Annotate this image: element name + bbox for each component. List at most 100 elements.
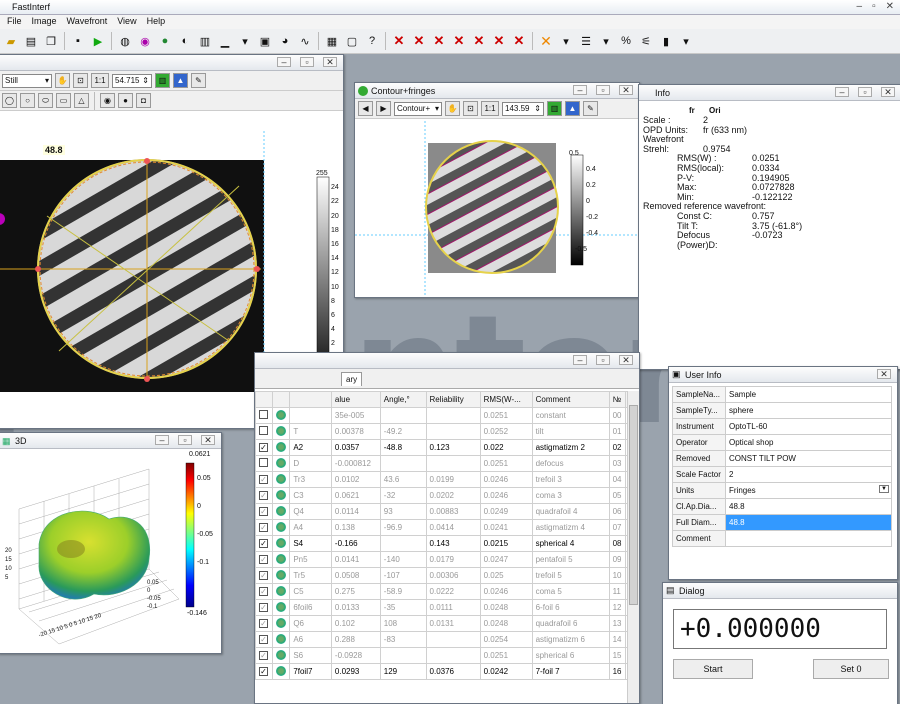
hand-icon[interactable]: ✋ xyxy=(55,73,70,88)
chevron-down-icon[interactable]: ▾ xyxy=(557,32,575,50)
cross-icon[interactable]: ✕ xyxy=(537,32,555,50)
hand-icon[interactable]: ✋ xyxy=(445,101,460,116)
contour-zoom-input[interactable]: 143.59⇕ xyxy=(502,102,544,116)
interferogram-icon[interactable]: ◍ xyxy=(116,32,134,50)
table-row[interactable]: ✓S6-0.09280.0251spherical 6150 xyxy=(256,648,628,664)
table-row[interactable]: ✓Tr50.0508-1070.003060.025trefoil 5100 xyxy=(256,568,628,584)
units-select[interactable]: Fringes▼ xyxy=(726,483,892,499)
zoom-1to1[interactable]: 1:1 xyxy=(91,73,109,88)
palette-icon[interactable]: ▥ xyxy=(547,101,562,116)
table-row[interactable]: ✓6foil60.0133-350.01110.02486-foil 6120 xyxy=(256,600,628,616)
menu-help[interactable]: Help xyxy=(142,15,171,29)
chevron-left-icon[interactable]: ◀ xyxy=(358,101,373,116)
sliders-icon[interactable]: ⚟ xyxy=(637,32,655,50)
wavefront-icon[interactable]: ● xyxy=(156,32,174,50)
histogram-icon[interactable]: ▲ xyxy=(565,101,580,116)
rectangle-icon[interactable]: ▭ xyxy=(56,93,71,108)
term-checkbox[interactable]: ✓ xyxy=(259,443,268,452)
fit-icon[interactable]: ⊡ xyxy=(463,101,478,116)
database-icon[interactable]: ▮ xyxy=(657,32,675,50)
tab-summary[interactable]: ary xyxy=(341,372,362,386)
minimize-icon[interactable]: – xyxy=(573,355,587,365)
close-icon[interactable]: ✕ xyxy=(201,435,215,445)
full-diameter-field[interactable]: 48.8 xyxy=(726,515,892,531)
page-icon[interactable]: ▤ xyxy=(22,32,40,50)
close-icon[interactable]: ✕ xyxy=(619,85,633,95)
remove-term-icon[interactable]: ✕ xyxy=(430,32,448,50)
remove-term-icon[interactable]: ✕ xyxy=(410,32,428,50)
menu-file[interactable]: File xyxy=(2,15,27,29)
table-row[interactable]: ✓C30.0621-320.02020.0246coma 3050 xyxy=(256,488,628,504)
profile-icon[interactable]: ∿ xyxy=(296,32,314,50)
circle-icon[interactable]: ○ xyxy=(20,93,35,108)
close-icon[interactable]: ✕ xyxy=(886,1,894,12)
term-checkbox[interactable]: ✓ xyxy=(259,539,268,548)
term-checkbox[interactable]: ✓ xyxy=(259,507,268,516)
minimize-icon[interactable]: – xyxy=(573,85,587,95)
close-icon[interactable]: ✕ xyxy=(619,355,633,365)
bar-icon[interactable]: ▥ xyxy=(196,32,214,50)
table-row[interactable]: 35e-0050.0251constant000 xyxy=(256,408,628,424)
dot-icon[interactable]: ● xyxy=(118,93,133,108)
sample-name-field[interactable]: Sample xyxy=(726,387,892,403)
restore-icon[interactable]: ▫ xyxy=(178,435,192,445)
close-icon[interactable]: ✕ xyxy=(877,369,891,379)
minimize-icon[interactable]: – xyxy=(857,1,863,12)
table-row[interactable]: D-0.0008120.0251defocus030 xyxy=(256,456,628,472)
help-icon[interactable]: ? xyxy=(363,32,381,50)
remove-term-icon[interactable]: ✕ xyxy=(470,32,488,50)
table-row[interactable]: ✓Pn50.0141-1400.01790.0247pentafoil 5090 xyxy=(256,552,628,568)
save-icon[interactable]: ▪ xyxy=(69,32,87,50)
remove-term-icon[interactable]: ✕ xyxy=(490,32,508,50)
aperture-icon[interactable]: ◉ xyxy=(136,32,154,50)
menu-view[interactable]: View xyxy=(112,15,141,29)
menu-image[interactable]: Image xyxy=(27,15,62,29)
copy-icon[interactable]: ❐ xyxy=(42,32,60,50)
close-icon[interactable]: ✕ xyxy=(881,87,895,97)
term-checkbox[interactable] xyxy=(259,458,268,467)
fill-icon[interactable]: ◉ xyxy=(100,93,115,108)
term-checkbox[interactable]: ✓ xyxy=(259,603,268,612)
chevron-down-icon[interactable]: ▾ xyxy=(677,32,695,50)
histogram-icon[interactable]: ▲ xyxy=(173,73,188,88)
restore-icon[interactable]: ▫ xyxy=(300,57,314,67)
mode-select[interactable]: Still▾ xyxy=(2,74,52,88)
palette-icon[interactable]: ▥ xyxy=(155,73,170,88)
fit-icon[interactable]: ⊡ xyxy=(73,73,88,88)
chevron-down-icon[interactable]: ▼ xyxy=(879,485,889,493)
set-zero-button[interactable]: Set 0 xyxy=(813,659,889,679)
table-row[interactable]: ✓Q60.1021080.01310.0248quadrafoil 6130 xyxy=(256,616,628,632)
scale-factor-field[interactable]: 2 xyxy=(726,467,892,483)
term-checkbox[interactable]: ✓ xyxy=(259,491,268,500)
contour-mode-select[interactable]: Contour+▾ xyxy=(394,102,442,116)
triangle-icon[interactable]: △ xyxy=(74,93,89,108)
chevron-down-icon[interactable]: ▾ xyxy=(236,32,254,50)
restore-icon[interactable]: ▫ xyxy=(596,355,610,365)
percent-icon[interactable]: % xyxy=(617,32,635,50)
term-checkbox[interactable] xyxy=(259,426,268,435)
table-row[interactable]: ✓Q40.0114930.008830.0249quadrafoil 4060 xyxy=(256,504,628,520)
mask-icon[interactable]: ◘ xyxy=(136,93,151,108)
term-checkbox[interactable]: ✓ xyxy=(259,571,268,580)
ellipse-icon[interactable]: ⬭ xyxy=(38,93,53,108)
capture-icon[interactable]: ▣ xyxy=(256,32,274,50)
term-checkbox[interactable]: ✓ xyxy=(259,667,268,676)
minimize-icon[interactable]: – xyxy=(835,87,849,97)
table-row[interactable]: T0.00378-49.20.0252tilt010 xyxy=(256,424,628,440)
start-button[interactable]: Start xyxy=(673,659,753,679)
circle-icon[interactable]: ◯ xyxy=(2,93,17,108)
run-icon[interactable]: ▶ xyxy=(89,32,107,50)
table-row[interactable]: ✓S4-0.1660.1430.0215spherical 4080 xyxy=(256,536,628,552)
comment-field[interactable] xyxy=(726,531,892,547)
term-checkbox[interactable] xyxy=(259,410,268,419)
term-checkbox[interactable]: ✓ xyxy=(259,651,268,660)
fringe-icon[interactable]: ◐ xyxy=(176,32,194,50)
minimize-icon[interactable]: – xyxy=(277,57,291,67)
graph-icon[interactable]: ▁ xyxy=(216,32,234,50)
brush-icon[interactable]: ✎ xyxy=(191,73,206,88)
table-row[interactable]: ✓C50.275-58.90.02220.0246coma 5110 xyxy=(256,584,628,600)
removed-field[interactable]: CONST TILT POW xyxy=(726,451,892,467)
restore-icon[interactable]: ▫ xyxy=(858,87,872,97)
remove-term-icon[interactable]: ✕ xyxy=(450,32,468,50)
zoom-input[interactable]: 54.715⇕ xyxy=(112,74,152,88)
